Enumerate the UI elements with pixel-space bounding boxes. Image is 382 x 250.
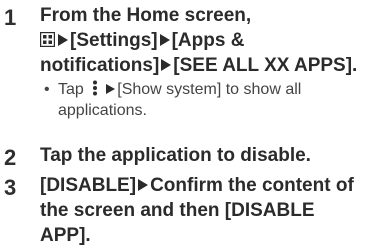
note-tap: Tap [58, 81, 84, 98]
settings-item: [Settings] [70, 30, 158, 51]
apps-notifications-item: [Apps & [171, 30, 245, 51]
step-text: [DISABLE] Confirm the content of the scre… [40, 173, 378, 248]
apps-grid-icon [40, 32, 55, 47]
step-3-line-1: [DISABLE] Confirm the content of [40, 173, 378, 198]
note-line-1: • Tap [Show system] to show all [44, 79, 378, 100]
triangle-right-icon [161, 59, 172, 72]
step-3-line-3: APP]. [40, 225, 91, 246]
note-continuation: applications. [58, 102, 147, 119]
note-show-system: [Show system] to show all [117, 81, 302, 98]
disable-item: [DISABLE] [40, 175, 137, 196]
triangle-right-icon [138, 179, 149, 192]
step-number: 1 [4, 5, 17, 30]
see-all-apps-item: [SEE ALL XX APPS]. [173, 55, 358, 76]
step-number: 2 [4, 145, 17, 170]
step-1-line-3: notifications] [SEE ALL XX APPS]. [40, 53, 378, 78]
triangle-right-icon [159, 34, 170, 47]
step-text: Tap the application to disable. [40, 145, 311, 166]
step-1-note: • Tap [Show system] to show all applicati… [44, 79, 378, 121]
step-text: From the Home screen, [Settings] [Apps & … [40, 3, 378, 78]
step-1-line-2: [Settings] [Apps & [40, 28, 378, 53]
note-line-2: applications. [44, 100, 378, 121]
step-1-line-1: From the Home screen, [40, 5, 252, 26]
confirm-text: Confirm the content of [150, 175, 354, 196]
overflow-menu-icon [93, 80, 98, 96]
step-3-line-2: the screen and then [DISABLE [40, 200, 315, 221]
triangle-right-icon [106, 84, 116, 95]
triangle-right-icon [58, 34, 68, 47]
bullet: • [44, 81, 50, 98]
step-number: 3 [4, 175, 17, 200]
notifications-item: notifications] [40, 55, 160, 76]
